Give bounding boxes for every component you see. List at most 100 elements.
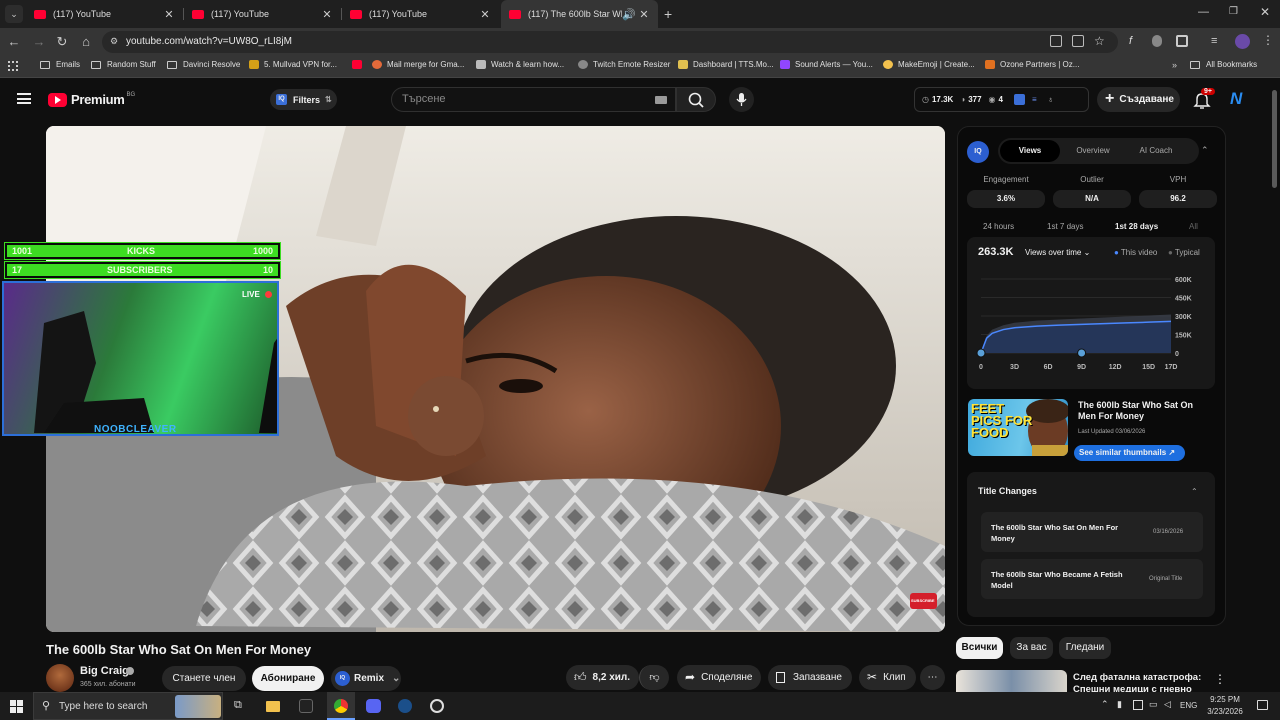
speaker-icon[interactable]: 🔊	[622, 8, 636, 21]
notifications-button[interactable]: 9+	[1192, 88, 1215, 110]
chrome-icon[interactable]	[327, 692, 355, 720]
language-indicator[interactable]: ENG	[1180, 701, 1197, 710]
filters-button[interactable]: IQ Filters ⇅	[270, 89, 337, 110]
youtube-logo[interactable]: Premium BG	[48, 92, 135, 107]
install-icon[interactable]	[1072, 35, 1084, 47]
all-bookmarks[interactable]: All Bookmarks	[1190, 60, 1257, 69]
bookmark-item[interactable]: MakeEmoji | Create...	[883, 60, 975, 69]
dislike-button[interactable]: 👎︎	[639, 665, 669, 690]
close-icon[interactable]: ✕	[638, 8, 650, 21]
subscribe-button[interactable]: Абониране	[252, 666, 324, 691]
chip-for-you[interactable]: За вас	[1010, 637, 1053, 659]
keyboard-icon[interactable]	[655, 96, 667, 104]
taskbar-search[interactable]: ⚲ Type here to search	[33, 692, 223, 720]
collapse-chevron-icon[interactable]: ⌃	[1191, 487, 1198, 496]
menu-icon[interactable]: ⋮	[1262, 33, 1274, 47]
reading-list-icon[interactable]: ≡	[1211, 35, 1217, 47]
browser-tab-active[interactable]: (117) The 600lb Star Who S🔊✕	[501, 0, 658, 28]
views-over-time-dropdown[interactable]: Views over time ⌄	[1025, 248, 1090, 257]
more-bookmarks-icon[interactable]: »	[1172, 60, 1177, 70]
clip-button[interactable]: ✂ Клип	[859, 665, 916, 690]
bookmark-item[interactable]	[352, 60, 367, 69]
join-button[interactable]: Станете член	[162, 666, 246, 691]
recommended-thumbnail[interactable]	[956, 670, 1067, 692]
bookmark-item[interactable]: Sound Alerts — You...	[780, 60, 873, 69]
thumbnail-image[interactable]: FEET PICS FOR FOOD	[968, 399, 1068, 456]
minimize-button[interactable]: —	[1198, 6, 1209, 18]
range-7-days[interactable]: 1st 7 days	[1047, 222, 1083, 231]
see-similar-button[interactable]: See similar thumbnails ↗	[1074, 445, 1185, 461]
profile-avatar[interactable]	[1235, 34, 1250, 49]
apps-icon[interactable]	[8, 61, 18, 71]
browser-tab[interactable]: (117) YouTube ✕	[342, 0, 499, 28]
bookmark-item[interactable]: Twitch Emote Resizer	[578, 60, 670, 69]
channel-name[interactable]: Big Craig	[80, 665, 129, 677]
site-info-icon[interactable]: ⚙	[110, 36, 118, 47]
bookmark-item[interactable]: 5. Mullvad VPN for...	[249, 60, 337, 69]
file-explorer-icon[interactable]	[266, 701, 280, 712]
bookmark-item[interactable]: Ozone Partners | Oz...	[985, 60, 1079, 69]
close-icon[interactable]: ✕	[479, 8, 491, 21]
network-icon[interactable]: ▭	[1149, 699, 1158, 710]
vidiq-stats-bar[interactable]: ◷ 17.3K ◑ 377 ◉ 4 ≡ ♁	[914, 87, 1089, 112]
tray-chevron-icon[interactable]: ⌃	[1101, 699, 1109, 710]
clock-time[interactable]: 9:25 PM	[1200, 695, 1250, 704]
search-input[interactable]: Търсене	[391, 87, 676, 112]
recommended-more-icon[interactable]: ⋮	[1214, 672, 1226, 686]
chip-watched[interactable]: Гледани	[1059, 637, 1111, 659]
range-24-hours[interactable]: 24 hours	[983, 222, 1014, 231]
reload-icon[interactable]: ↻	[54, 34, 70, 50]
speaker-tray-icon[interactable]: ◁	[1164, 699, 1171, 710]
forward-icon[interactable]: →	[31, 34, 47, 50]
tab-search-button[interactable]: ⌄	[5, 5, 23, 23]
like-button[interactable]: 👍︎ 8,2 хил.	[566, 665, 639, 690]
restore-button[interactable]: ❐	[1229, 6, 1238, 17]
remix-button[interactable]: IQ Remix ⌄	[331, 666, 401, 691]
windows-start-icon[interactable]	[10, 700, 23, 713]
tab-views[interactable]: Views	[1000, 140, 1060, 162]
voice-search-button[interactable]	[729, 87, 754, 112]
create-button[interactable]: + Създаване	[1097, 87, 1180, 112]
bookmark-item[interactable]: Watch & learn how...	[476, 60, 564, 69]
bookmark-item[interactable]: Random Stuff	[91, 60, 156, 69]
tab-overview[interactable]: Overview	[1063, 140, 1123, 162]
page-scrollbar[interactable]	[1272, 90, 1277, 188]
discord-icon[interactable]	[366, 699, 381, 713]
puzzle-icon[interactable]	[1176, 35, 1188, 47]
extension-icon[interactable]: f	[1129, 35, 1132, 47]
account-avatar[interactable]: N	[1230, 89, 1250, 109]
tray-icon[interactable]	[1133, 700, 1143, 710]
task-view-icon[interactable]: ⧉	[234, 699, 242, 712]
mic-tray-icon[interactable]: ▮	[1117, 699, 1122, 710]
home-icon[interactable]: ⌂	[78, 34, 94, 50]
back-icon[interactable]: ←	[6, 34, 22, 50]
clock-date[interactable]: 3/23/2026	[1200, 707, 1250, 716]
translate-icon[interactable]	[1050, 35, 1062, 47]
new-tab-button[interactable]: +	[664, 6, 672, 22]
recommended-title[interactable]: След фатална катастрофа: Спешни медици с…	[1073, 672, 1203, 692]
hamburger-menu-icon[interactable]	[17, 93, 31, 104]
bookmark-item[interactable]: Davinci Resolve	[167, 60, 240, 69]
omnibox[interactable]: ⚙ youtube.com/watch?v=UW8O_rLI8jM ☆	[102, 31, 1118, 53]
browser-tab[interactable]: (117) YouTube ✕	[26, 0, 183, 28]
range-all[interactable]: All	[1189, 222, 1198, 231]
browser-tab[interactable]: (117) YouTube ✕	[184, 0, 341, 28]
bookmark-star-icon[interactable]: ☆	[1094, 34, 1105, 48]
save-button[interactable]: Запазване	[768, 665, 852, 690]
close-icon[interactable]: ✕	[321, 8, 333, 21]
bookmark-item[interactable]: Dashboard | TTS.Mo...	[678, 60, 774, 69]
app-icon[interactable]	[299, 699, 313, 713]
bookmark-item[interactable]: Emails	[40, 60, 80, 69]
collapse-chevron-icon[interactable]: ⌃	[1201, 145, 1209, 156]
range-28-days[interactable]: 1st 28 days	[1115, 222, 1158, 231]
share-button[interactable]: ➦ Споделяне	[677, 665, 761, 690]
extension-icon[interactable]	[1152, 35, 1162, 47]
tab-ai-coach[interactable]: AI Coach	[1126, 140, 1186, 162]
notification-center-icon[interactable]	[1257, 700, 1268, 710]
channel-avatar[interactable]	[46, 664, 74, 692]
obs-icon[interactable]	[430, 699, 444, 713]
close-icon[interactable]: ✕	[163, 8, 175, 21]
chip-all[interactable]: Всички	[956, 637, 1003, 659]
close-window-button[interactable]: ✕	[1260, 5, 1270, 19]
search-button[interactable]	[676, 87, 716, 112]
